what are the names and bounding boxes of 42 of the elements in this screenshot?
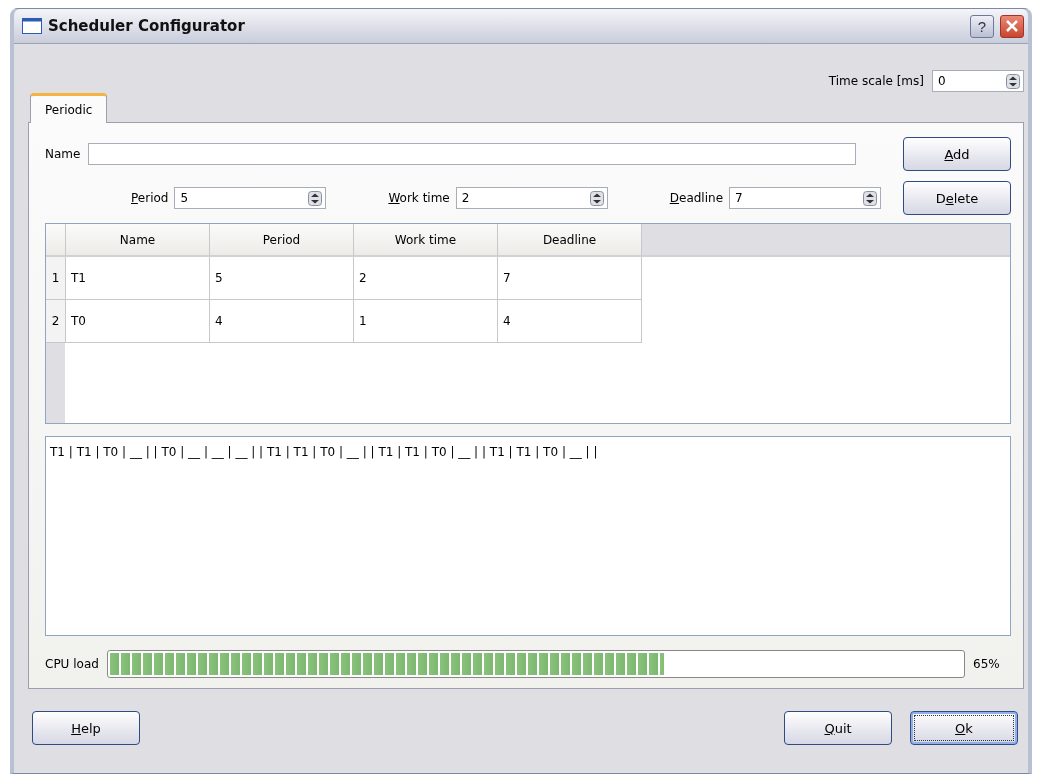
table-cell: 1 <box>354 300 498 343</box>
parameter-label: Deadline <box>669 191 723 205</box>
parameter-spinbox[interactable]: 2 <box>455 187 608 209</box>
table-cell: 4 <box>210 300 354 343</box>
ok-button[interactable]: Ok <box>910 711 1018 745</box>
name-label: Name <box>45 147 81 161</box>
table-cell: 4 <box>498 300 642 343</box>
window-title: Scheduler Configurator <box>48 17 246 35</box>
close-icon <box>1005 19 1019 33</box>
column-header[interactable]: Period <box>210 224 354 255</box>
spin-arrows-icon[interactable] <box>1006 73 1020 89</box>
delete-button[interactable]: Delete <box>903 181 1011 215</box>
parameter-spinbox[interactable]: 5 <box>174 187 327 209</box>
add-button[interactable]: Add <box>903 137 1011 171</box>
spin-arrows-icon[interactable] <box>863 190 877 206</box>
name-field[interactable] <box>88 143 857 165</box>
table-cell: T1 <box>66 257 210 300</box>
table-cell: 2 <box>354 257 498 300</box>
window-icon <box>22 18 42 34</box>
parameter-label: Work time <box>388 191 450 205</box>
cpu-load-reading: 65% <box>973 657 1001 671</box>
row-number: 2 <box>46 300 66 343</box>
time-scale-spinbox[interactable]: 0 <box>932 70 1024 92</box>
column-header[interactable]: Name <box>66 224 210 255</box>
parameter-spinbox[interactable]: 7 <box>729 187 881 209</box>
table-cell: 5 <box>210 257 354 300</box>
schedule-text: T1 | T1 | T0 | __ | | T0 | __ | __ | __ | | T1 | T1 | T0 | __ | | T1 | T1 | T0 | __ | | T1 | T1 | T0 | __ | | <box>50 445 598 460</box>
cpu-load-label: CPU load <box>45 657 99 671</box>
help-button[interactable]: Help <box>32 711 140 745</box>
time-scale-label: Time scale [ms] <box>828 74 924 88</box>
column-header[interactable]: Deadline <box>498 224 642 255</box>
spin-arrows-icon[interactable] <box>589 190 604 206</box>
parameter-label: Period <box>131 191 169 205</box>
tab[interactable]: Periodic <box>30 93 108 123</box>
spin-arrows-icon[interactable] <box>308 190 323 206</box>
table-cell: 7 <box>498 257 642 300</box>
help-button[interactable]: ? <box>970 14 994 38</box>
column-header[interactable]: Work time <box>354 224 498 255</box>
close-button[interactable] <box>1000 14 1024 38</box>
table-cell: T0 <box>66 300 210 343</box>
row-number: 1 <box>46 257 66 300</box>
quit-button[interactable]: Quit <box>784 711 892 745</box>
